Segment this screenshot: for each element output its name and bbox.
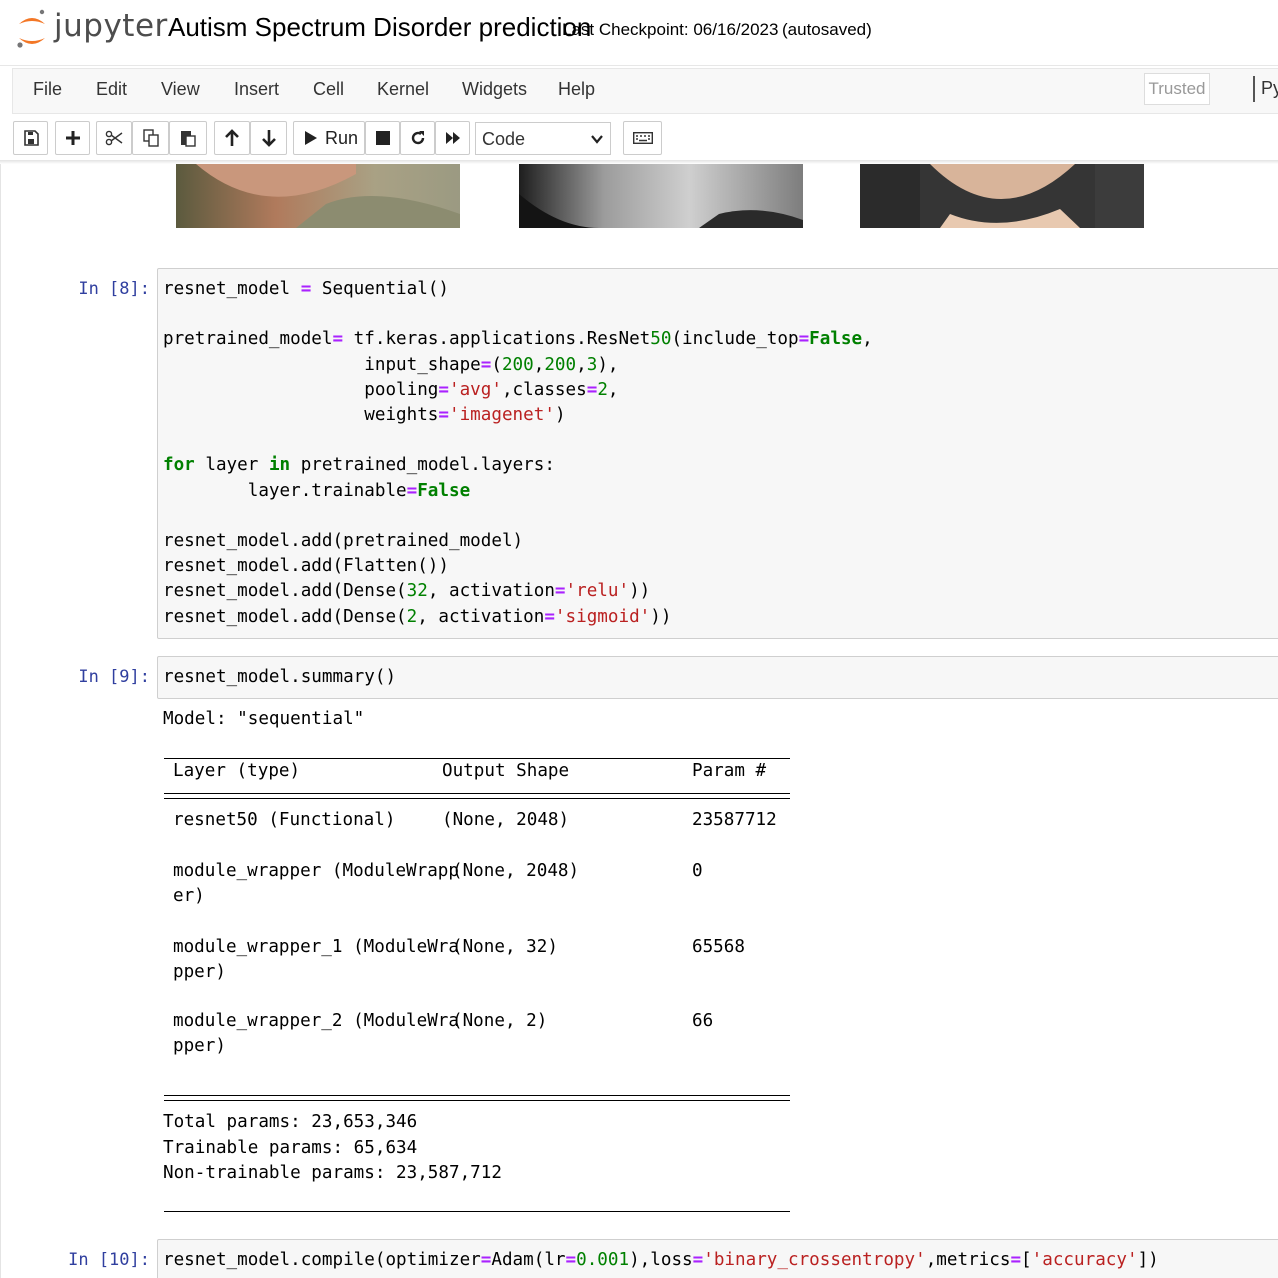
summary-total-params: Total params: 23,653,346	[163, 1112, 418, 1132]
summary-row-shape: (None, 2048)	[442, 810, 570, 830]
plus-icon	[65, 131, 80, 145]
fast-forward-icon	[445, 132, 460, 144]
code-line: ​	[163, 302, 873, 327]
restart-button[interactable]	[400, 121, 435, 155]
arrow-down-icon	[261, 130, 276, 147]
code-line: ​	[163, 428, 873, 453]
code-line: resnet_model.add(Dense(32, activation='r…	[163, 581, 651, 602]
summary-header-eq-rule-2	[164, 798, 790, 799]
paste-icon	[181, 131, 196, 147]
code-line: for layer in pretrained_model.layers:	[163, 455, 555, 476]
cell-10-code: resnet_model.compile(optimizer=Adam(lr=0…	[163, 1250, 1159, 1270]
code-line: input_shape=(200,200,3),	[163, 354, 619, 375]
save-icon	[23, 130, 39, 146]
move-down-button[interactable]	[250, 121, 287, 155]
cell-type-value: Code	[482, 129, 526, 149]
chevron-down-icon	[591, 135, 603, 144]
summary-row-layer: module_wrapper (ModuleWrapp	[173, 861, 459, 881]
autosave-status: (autosaved)	[782, 20, 872, 39]
code-line: resnet_model.add(Flatten())	[163, 556, 449, 577]
last-checkpoint: Last Checkpoint: 06/16/2023	[562, 20, 779, 39]
cell-9-code: resnet_model.summary()	[163, 667, 397, 687]
menu-kernel[interactable]: Kernel	[377, 79, 429, 100]
summary-row-shape: (None, 32)	[452, 937, 558, 957]
code-line: resnet_model.add(pretrained_model)	[163, 531, 524, 552]
jupyter-logo-text[interactable]: jupyter	[54, 8, 168, 44]
menu-edit[interactable]: Edit	[96, 79, 127, 100]
menu-widgets[interactable]: Widgets	[462, 79, 527, 100]
summary-row-params: 23587712	[692, 810, 777, 830]
run-button[interactable]: Run	[293, 121, 365, 155]
trusted-indicator[interactable]: Trusted	[1144, 73, 1210, 105]
notebook-title[interactable]: Autism Spectrum Disorder prediction	[168, 12, 591, 43]
summary-model-line: Model: "sequential"	[163, 709, 365, 729]
cell-10-prompt: In [10]:	[68, 1250, 150, 1270]
output-image-3	[860, 164, 1144, 228]
play-icon	[305, 131, 317, 145]
summary-non-trainable-params: Non-trainable params: 23,587,712	[163, 1163, 502, 1183]
output-image-2	[519, 164, 803, 228]
notebook-header: jupyter Autism Spectrum Disorder predict…	[0, 0, 1278, 66]
summary-row-layer: module_wrapper_2 (ModuleWra	[173, 1011, 459, 1031]
stop-icon	[375, 131, 390, 145]
menubar: File Edit View Insert Cell Kernel Widget…	[12, 68, 1278, 114]
menu-file[interactable]: File	[33, 79, 62, 100]
summary-row-layer: module_wrapper_1 (ModuleWra	[173, 937, 459, 957]
insert-cell-button[interactable]	[55, 121, 90, 155]
code-line: resnet_model = Sequential()	[163, 279, 449, 299]
interrupt-button[interactable]	[365, 121, 400, 155]
save-button[interactable]	[13, 121, 48, 155]
summary-row-params: 0	[692, 861, 703, 881]
cut-icon	[105, 130, 123, 146]
summary-bottom-rule	[164, 1211, 790, 1212]
summary-row-params: 65568	[692, 937, 745, 957]
summary-header-params: Param #	[692, 761, 767, 781]
summary-trainable-params: Trainable params: 65,634	[163, 1138, 418, 1158]
summary-top-rule	[164, 758, 790, 759]
command-palette-button[interactable]	[623, 121, 662, 155]
code-line: resnet_model.add(Dense(2, activation='si…	[163, 606, 672, 627]
cut-button[interactable]	[96, 121, 132, 155]
summary-row-layer-cont: pper)	[173, 1036, 226, 1056]
cell-8-prompt: In [8]:	[78, 279, 150, 299]
summary-row-params: 66	[692, 1011, 714, 1031]
summary-header-layer: Layer (type)	[173, 761, 301, 781]
output-image-1	[176, 164, 460, 228]
keyboard-icon	[632, 132, 653, 144]
summary-row-layer: resnet50 (Functional)	[173, 810, 396, 830]
code-line: weights='imagenet')	[163, 405, 566, 426]
menu-help[interactable]: Help	[558, 79, 595, 100]
code-line: pooling='avg',classes=2,	[163, 379, 619, 400]
jupyter-logo-icon[interactable]	[16, 8, 48, 50]
summary-footer-eq-rule-2	[164, 1100, 790, 1101]
restart-icon	[411, 131, 424, 145]
summary-header-eq-rule	[164, 793, 790, 794]
code-line: layer.trainable=False	[163, 480, 471, 501]
menu-insert[interactable]: Insert	[234, 79, 279, 100]
cell-type-select[interactable]: Code	[475, 122, 611, 155]
move-up-button[interactable]	[214, 121, 250, 155]
summary-row-shape: (None, 2048)	[452, 861, 580, 881]
restart-run-all-button[interactable]	[435, 121, 470, 155]
notebook-left-border	[0, 164, 1, 1278]
paste-button[interactable]	[169, 121, 207, 155]
code-line: pretrained_model= tf.keras.applications.…	[163, 329, 873, 350]
menu-cell[interactable]: Cell	[313, 79, 344, 100]
summary-row-layer-cont: pper)	[173, 962, 226, 982]
run-label: Run	[325, 127, 359, 148]
kernel-name[interactable]: Py	[1261, 78, 1278, 99]
menu-view[interactable]: View	[161, 79, 200, 100]
arrow-up-icon	[225, 129, 239, 146]
copy-icon	[142, 129, 159, 147]
code-line: ​	[163, 504, 873, 529]
notebook-container: In [8]: resnet_model = Sequential()​pret…	[0, 164, 1278, 1278]
summary-row-shape: (None, 2)	[452, 1011, 548, 1031]
cell-9-prompt: In [9]:	[78, 667, 150, 687]
copy-button[interactable]	[132, 121, 169, 155]
kernel-separator	[1253, 76, 1255, 102]
summary-row-layer-cont: er)	[173, 886, 205, 906]
cell-8-code: resnet_model = Sequential()​pretrained_m…	[163, 277, 873, 630]
summary-footer-eq-rule	[164, 1095, 790, 1096]
summary-header-shape: Output Shape	[442, 761, 570, 781]
